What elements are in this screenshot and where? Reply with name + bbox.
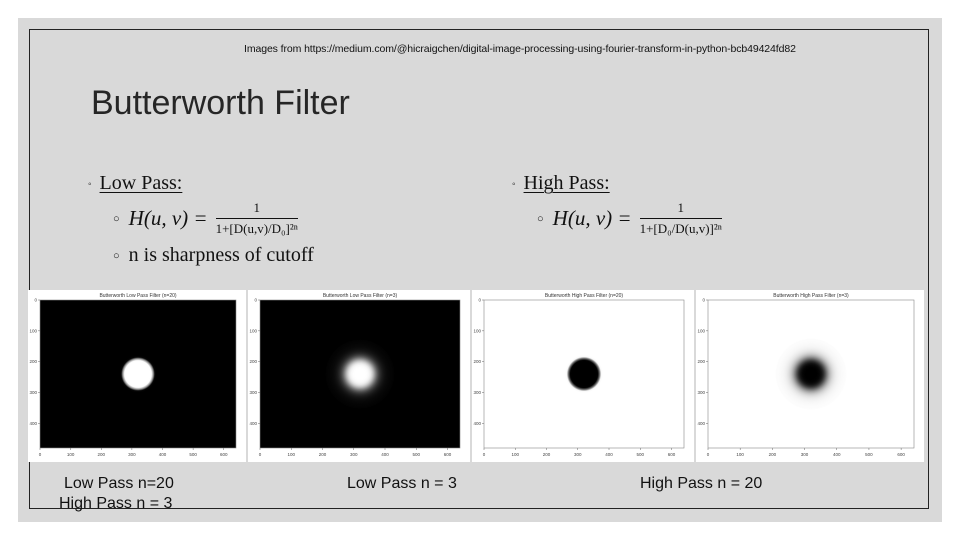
x-tick-label: 200 [543,452,551,457]
bullet-high-pass: ◦ High Pass: [512,172,610,195]
x-tick-label: 200 [319,452,327,457]
caption-2: Low Pass n = 3 [347,475,457,492]
filter-spot [104,340,172,408]
sub-bullet-icon: ○ [113,249,120,262]
slide-title: Butterworth Filter [91,84,350,122]
bullet-icon: ◦ [512,178,516,190]
y-tick-label: 0 [254,298,257,303]
y-tick-label: 100 [249,328,257,333]
x-tick-label: 400 [159,452,167,457]
high-pass-formula: ○ H(u, v) = 1 1+[D₀/D(u,v)]²ⁿ [537,200,722,237]
plot-title: Butterworth Low Pass Filter (n=3) [323,293,398,299]
filter-spot [549,339,619,409]
x-tick-label: 500 [865,452,873,457]
filter-image-low-pass-n20: Butterworth Low Pass Filter (n=20) 0 100 20… [28,290,246,462]
x-tick-label: 500 [189,452,197,457]
formula-numerator: 1 [677,200,684,215]
x-tick-label: 600 [897,452,905,457]
x-tick-label: 500 [412,452,420,457]
x-tick-label: 400 [833,452,841,457]
filter-image-high-pass-n20: Butterworth High Pass Filter (n=20) 0 100 2… [472,290,694,462]
caption-3: High Pass n = 20 [640,475,763,492]
x-tick-label: 100 [736,452,744,457]
x-tick-label: 300 [574,452,582,457]
filter-image-low-pass-n3: Butterworth Low Pass Filter (n=3) 0 100 200… [248,290,470,462]
x-tick-label: 600 [220,452,228,457]
formula-numerator: 1 [253,200,260,215]
x-tick-label: 0 [259,452,262,457]
formula-denominator: 1+[D(u,v)/D₀]²ⁿ [215,218,298,237]
x-tick-label: 500 [636,452,644,457]
filter-spot [325,339,395,409]
y-tick-label: 400 [697,421,705,426]
plot-title: Butterworth High Pass Filter (n=3) [773,293,849,299]
y-tick-label: 300 [473,390,481,395]
y-tick-label: 200 [473,359,481,364]
x-tick-label: 0 [707,452,710,457]
formula-lhs: H(u, v) = [128,206,208,230]
y-tick-label: 100 [473,328,481,333]
bullet-icon: ◦ [88,178,92,190]
y-tick-label: 100 [29,328,37,333]
filter-image-high-pass-n3: Butterworth High Pass Filter (n=3) 0 100 20… [696,290,924,462]
y-tick-label: 100 [697,328,705,333]
y-tick-label: 0 [34,298,37,303]
x-tick-label: 400 [381,452,389,457]
x-tick-label: 100 [511,452,519,457]
x-tick-label: 0 [39,452,42,457]
y-tick-label: 200 [29,359,37,364]
x-tick-label: 600 [444,452,452,457]
x-tick-label: 300 [350,452,358,457]
y-tick-label: 200 [249,359,257,364]
filter-spot [775,338,847,410]
x-tick-label: 0 [483,452,486,457]
sub-bullet-icon: ○ [113,212,120,225]
x-tick-label: 200 [97,452,105,457]
x-tick-label: 300 [801,452,809,457]
x-tick-label: 100 [67,452,75,457]
y-tick-label: 300 [249,390,257,395]
bullet-low-pass: ◦ Low Pass: [88,172,182,195]
image-credit: Images from https://medium.com/@hicraigc… [244,43,796,55]
x-tick-label: 600 [668,452,676,457]
x-tick-label: 100 [287,452,295,457]
note-text: n is sharpness of cutoff [128,244,314,266]
caption-1-line-1: Low Pass n=20 [64,475,174,492]
high-pass-heading: High Pass: [523,172,610,194]
low-pass-heading: Low Pass: [99,172,183,194]
sub-bullet-icon: ○ [537,212,544,225]
y-tick-label: 300 [29,390,37,395]
y-tick-label: 400 [473,421,481,426]
plot-title: Butterworth High Pass Filter (n=20) [545,293,624,299]
formula-fraction: 1 1+[D(u,v)/D₀]²ⁿ [215,200,298,237]
formula-denominator: 1+[D₀/D(u,v)]²ⁿ [639,218,722,237]
y-tick-label: 0 [702,298,705,303]
low-pass-formula: ○ H(u, v) = 1 1+[D(u,v)/D₀]²ⁿ [113,200,298,237]
y-tick-label: 200 [697,359,705,364]
x-tick-label: 300 [128,452,136,457]
y-tick-label: 300 [697,390,705,395]
low-pass-note: ○ n is sharpness of cutoff [113,244,314,267]
y-tick-label: 400 [29,421,37,426]
x-tick-label: 200 [769,452,777,457]
caption-1-line-2: High Pass n = 3 [59,495,173,512]
formula-fraction: 1 1+[D₀/D(u,v)]²ⁿ [639,200,722,237]
x-tick-label: 400 [605,452,613,457]
y-tick-label: 400 [249,421,257,426]
plot-title: Butterworth Low Pass Filter (n=20) [99,293,176,299]
y-tick-label: 0 [478,298,481,303]
formula-lhs: H(u, v) = [552,206,632,230]
